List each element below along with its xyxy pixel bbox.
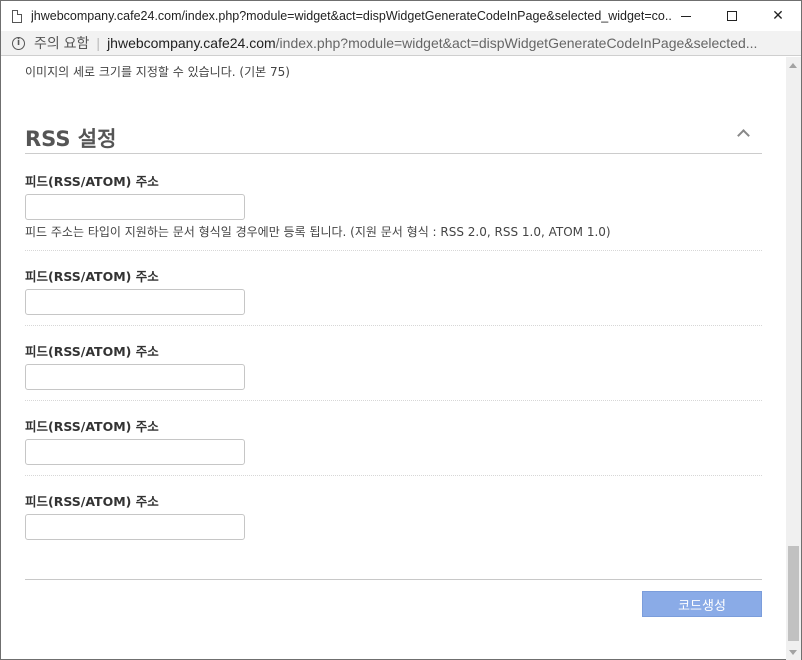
scroll-down-icon[interactable]	[789, 650, 797, 655]
minimize-button[interactable]	[663, 1, 709, 31]
feed-input-4[interactable]	[25, 439, 245, 465]
feed-input-3[interactable]	[25, 364, 245, 390]
field-divider	[25, 475, 762, 476]
section-title: RSS 설정	[25, 127, 117, 151]
section-divider	[25, 153, 762, 154]
feed-label-1: 피드(RSS/ATOM) 주소	[25, 174, 159, 189]
footer-divider	[25, 579, 762, 580]
info-icon[interactable]: i	[12, 36, 25, 50]
scroll-up-icon[interactable]	[789, 63, 797, 68]
generate-code-button[interactable]: 코드생성	[642, 591, 762, 617]
feed-label-5: 피드(RSS/ATOM) 주소	[25, 494, 159, 509]
address-host: jhwebcompany.cafe24.com	[107, 35, 276, 51]
vertical-scrollbar[interactable]	[786, 57, 801, 660]
feed-help-text: 피드 주소는 타입이 지원하는 문서 형식일 경우에만 등록 됩니다. (지원 …	[25, 225, 611, 239]
close-icon: ✕	[772, 8, 784, 24]
feed-input-2[interactable]	[25, 289, 245, 315]
maximize-icon	[727, 11, 737, 21]
address-bar[interactable]: i 주의 요함 | jhwebcompany.cafe24.com/index.ph…	[1, 31, 801, 56]
field-divider	[25, 400, 762, 401]
maximize-button[interactable]	[709, 1, 755, 31]
chevron-up-icon[interactable]	[737, 129, 750, 142]
image-height-hint: 이미지의 세로 크기를 지정할 수 있습니다. (기본 75)	[25, 65, 290, 79]
security-warning: 주의 요함	[34, 35, 90, 51]
minimize-icon	[681, 15, 691, 17]
scrollbar-thumb[interactable]	[788, 546, 799, 641]
feed-input-1[interactable]	[25, 194, 245, 220]
close-button[interactable]: ✕	[755, 1, 801, 31]
title-bar: jhwebcompany.cafe24.com/index.php?module…	[1, 1, 801, 31]
page-content: 이미지의 세로 크기를 지정할 수 있습니다. (기본 75) RSS 설정 피…	[1, 57, 787, 660]
address-separator: |	[96, 35, 101, 51]
address-path: /index.php?module=widget&act=dispWidgetG…	[275, 35, 758, 51]
window-controls: ✕	[663, 1, 801, 31]
browser-window: jhwebcompany.cafe24.com/index.php?module…	[0, 0, 802, 660]
window-title: jhwebcompany.cafe24.com/index.php?module…	[31, 9, 671, 23]
field-divider	[25, 250, 762, 251]
feed-label-2: 피드(RSS/ATOM) 주소	[25, 269, 159, 284]
feed-label-3: 피드(RSS/ATOM) 주소	[25, 344, 159, 359]
field-divider	[25, 325, 762, 326]
address-text[interactable]: 주의 요함 | jhwebcompany.cafe24.com/index.php?…	[34, 33, 794, 53]
feed-label-4: 피드(RSS/ATOM) 주소	[25, 419, 159, 434]
feed-input-5[interactable]	[25, 514, 245, 540]
page-icon	[12, 9, 22, 23]
